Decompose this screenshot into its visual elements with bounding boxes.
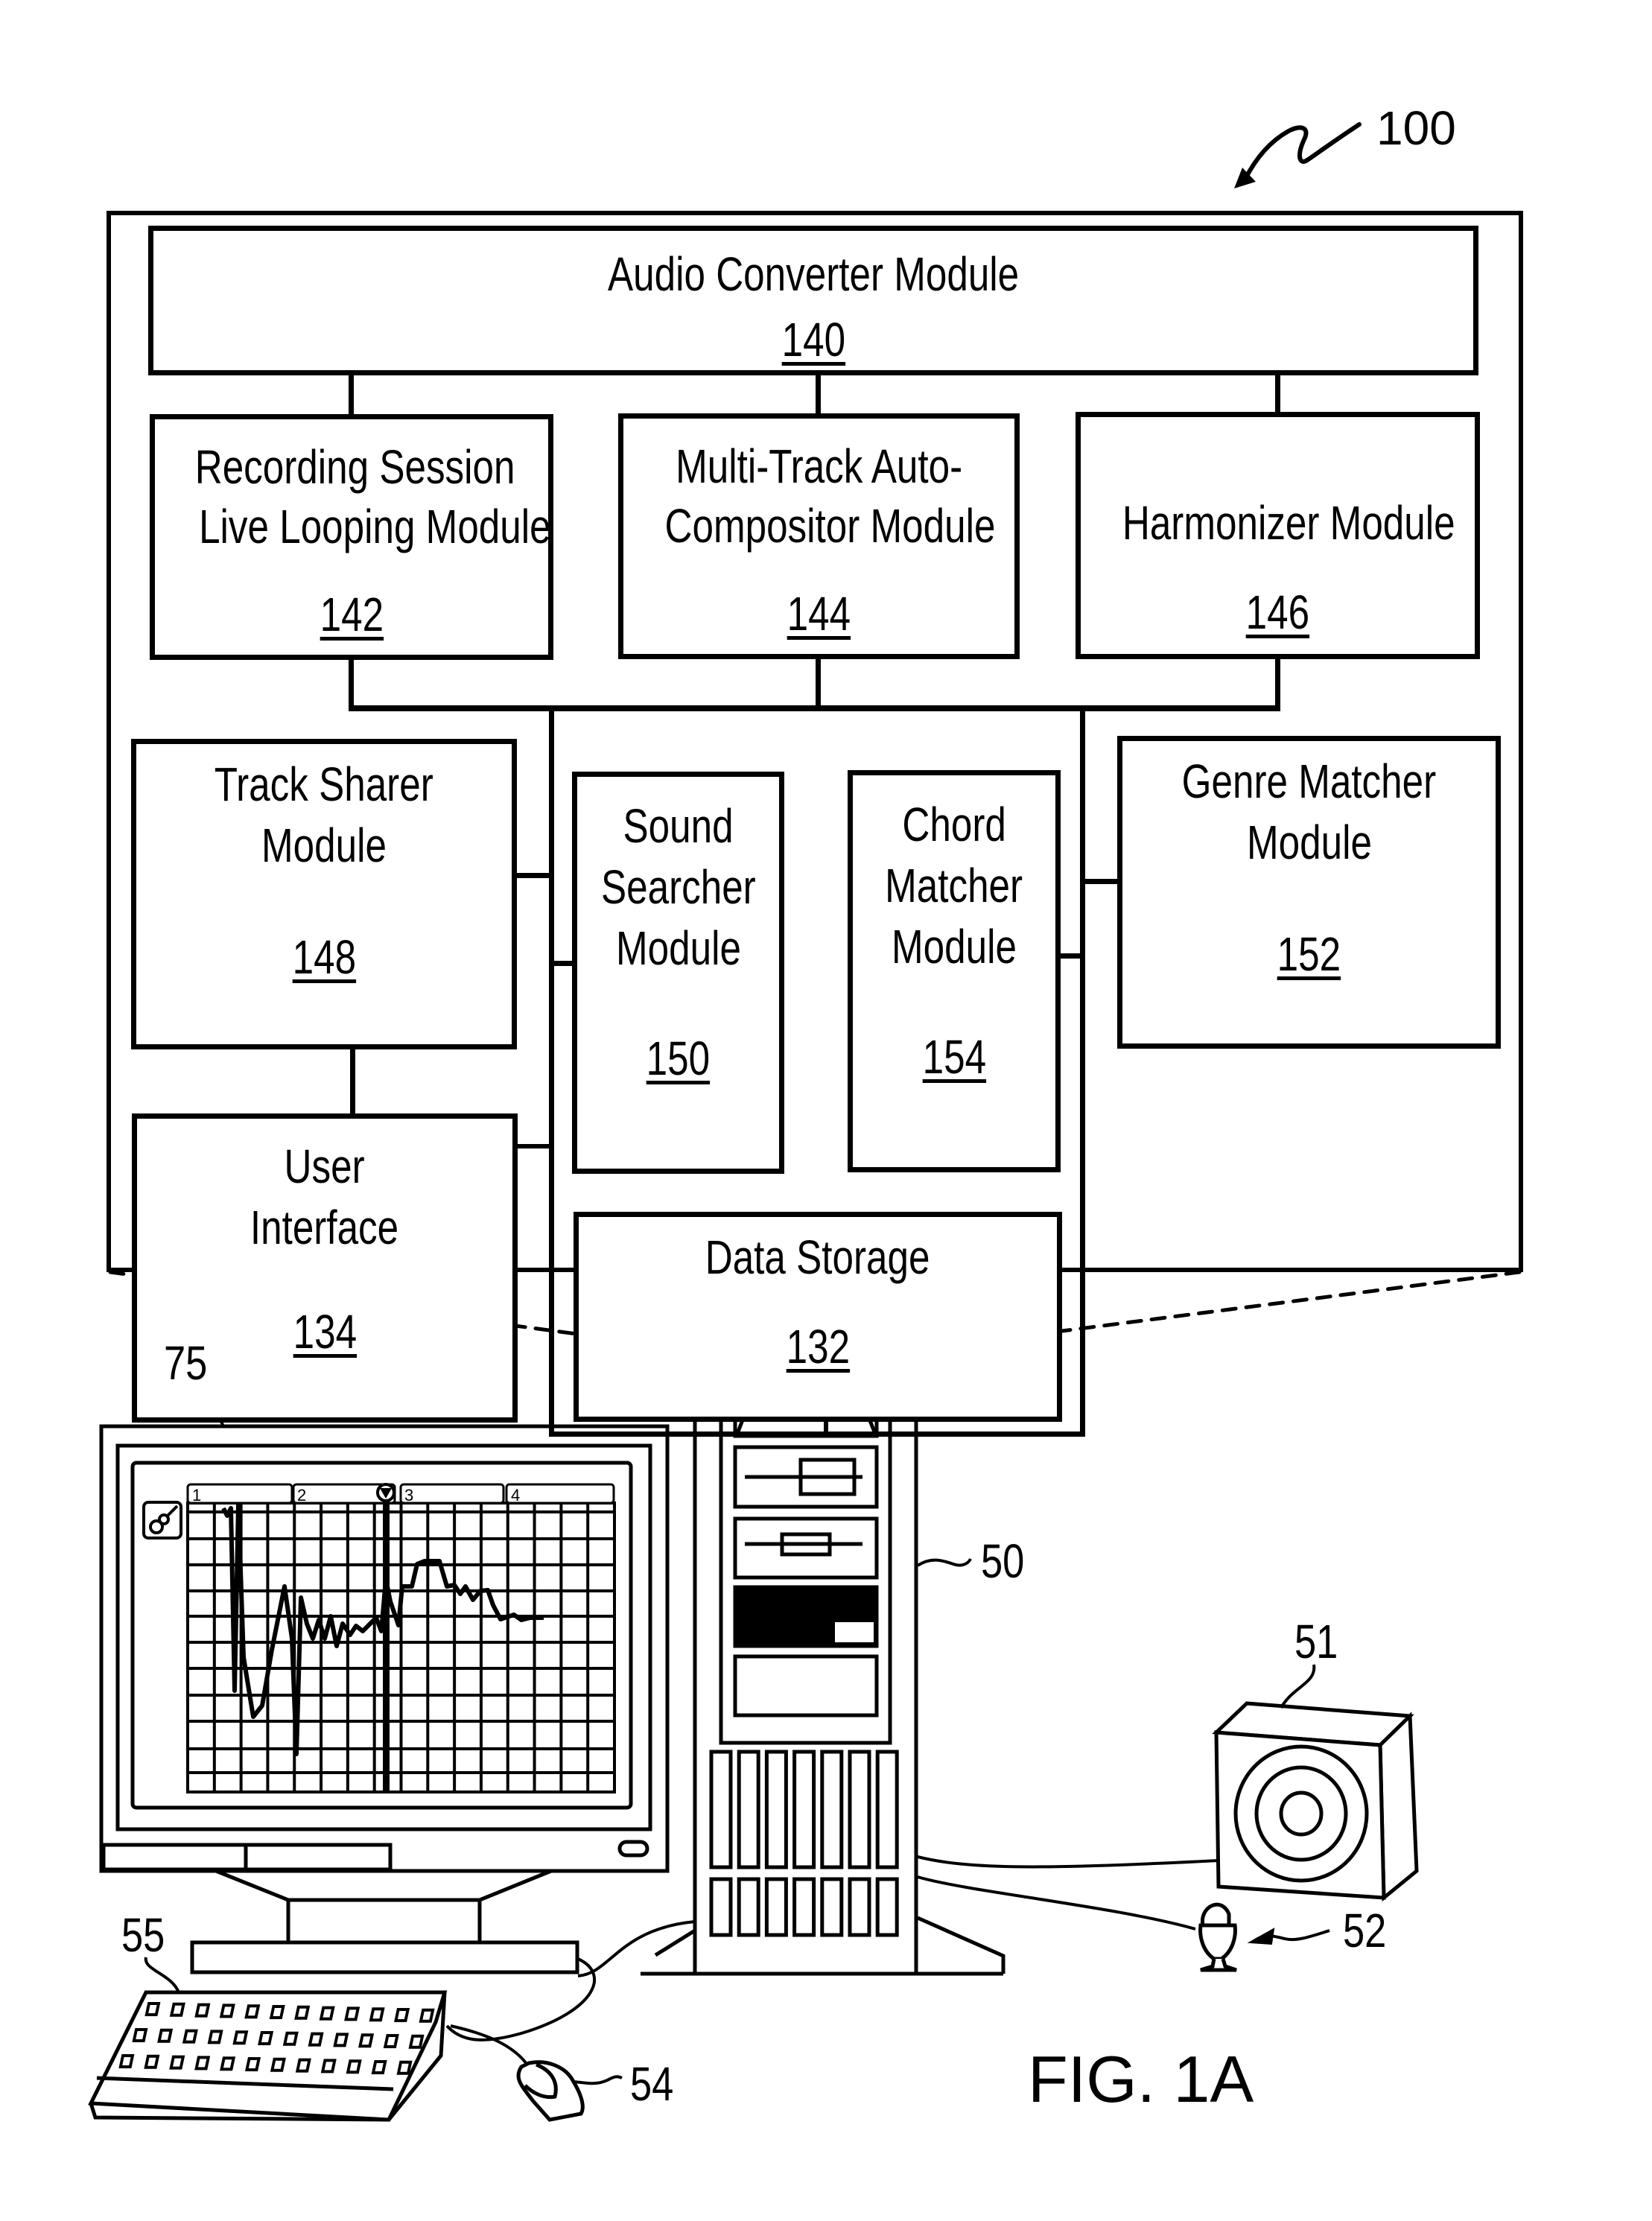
track-tab-label-1: 1 xyxy=(192,1486,201,1505)
track-tab-label-3: 3 xyxy=(404,1486,413,1505)
mic-ref-text: 52 xyxy=(1343,1904,1387,1957)
module-title-line-2: Module xyxy=(261,819,387,872)
leader-50 xyxy=(916,1558,972,1567)
tower-foot-right xyxy=(916,1916,1006,1974)
wire-bus-152 xyxy=(1083,879,1118,884)
track-tab-label-2: 2 xyxy=(297,1486,306,1505)
patent-figure: 1 2 3 4 Audio Converter Module 140 Recor… xyxy=(0,0,1652,2221)
wire-146-bus xyxy=(1275,655,1280,711)
module-number: 150 xyxy=(646,1032,711,1085)
module-title: Audio Converter Module xyxy=(607,247,1020,301)
microphone-icon xyxy=(1198,1902,1330,1972)
module-number: 140 xyxy=(781,313,845,366)
module-number: 154 xyxy=(922,1030,986,1084)
module-number: 144 xyxy=(787,587,851,641)
wire-140-142 xyxy=(349,372,354,416)
module-genre-matcher[interactable]: Genre Matcher Module 152 xyxy=(1117,736,1501,1049)
module-title-line-1: Track Sharer xyxy=(215,757,433,811)
wire-148-134 xyxy=(350,1047,355,1115)
reference-label-52: 52 xyxy=(1343,1907,1396,1954)
figure-caption: FIG. 1A xyxy=(1028,2042,1254,2116)
mic-cable xyxy=(917,1875,1196,1931)
module-title-line-1: Sound xyxy=(623,799,734,853)
reference-arrow-100 xyxy=(1243,122,1362,181)
module-title-line-2: Module xyxy=(1246,816,1372,869)
wire-148-bus xyxy=(514,873,551,878)
track-tab-1 xyxy=(186,1483,293,1505)
module-multi-track-auto-compositor[interactable]: Multi-Track Auto- Compositor Module 144 xyxy=(618,413,1020,659)
wire-144-bus xyxy=(816,657,821,711)
wire-140-146 xyxy=(1275,372,1280,414)
computer-tower xyxy=(641,1347,1006,1976)
track-tab-4 xyxy=(505,1483,615,1505)
leader-55 xyxy=(144,1957,180,1993)
reference-label-50: 50 xyxy=(981,1537,1034,1585)
module-title-line-2: Live Looping Module xyxy=(199,500,551,553)
module-number: 146 xyxy=(1245,585,1310,639)
module-chord-matcher[interactable]: Chord Matcher Module 154 xyxy=(848,770,1061,1172)
module-title: Harmonizer Module xyxy=(1122,496,1455,550)
reference-label-51: 51 xyxy=(1294,1618,1347,1665)
module-track-sharer[interactable]: Track Sharer Module 148 xyxy=(131,739,517,1049)
reference-label-75: 75 xyxy=(164,1339,217,1387)
module-recording-session[interactable]: Recording Session Live Looping Module 14… xyxy=(150,414,553,660)
module-title: Data Storage xyxy=(705,1230,930,1284)
module-title-line-1: Chord xyxy=(902,798,1006,851)
arrowhead-icon xyxy=(1234,168,1256,188)
module-number: 148 xyxy=(292,930,356,984)
module-data-storage[interactable]: Data Storage 132 xyxy=(574,1212,1062,1422)
module-number: 134 xyxy=(293,1305,357,1359)
mouse-cable xyxy=(450,2024,530,2068)
module-title-line-2: Searcher xyxy=(600,860,756,914)
module-title-line-2: Matcher xyxy=(885,859,1023,912)
monitor-ref-text: 75 xyxy=(164,1336,208,1390)
monitor-stand-neck-block xyxy=(286,1898,482,1945)
mouse-ref-text: 54 xyxy=(630,2057,674,2111)
speaker-ref-text: 51 xyxy=(1294,1615,1338,1668)
reference-label-100: 100 xyxy=(1376,101,1456,155)
speaker-icon xyxy=(1212,1664,1419,1902)
track-tab-label-4: 4 xyxy=(511,1486,520,1505)
module-harmonizer[interactable]: Harmonizer Module 146 xyxy=(1076,412,1480,659)
module-number: 152 xyxy=(1277,927,1341,981)
drive-bay-4-indicator xyxy=(835,1622,874,1642)
track-tabs xyxy=(186,1483,615,1505)
wire-142-bus xyxy=(349,657,354,711)
speaker-cable xyxy=(917,1855,1219,1869)
wire-140-144 xyxy=(816,372,821,416)
keyboard xyxy=(88,1957,448,2122)
module-title-line-1: Multi-Track Auto- xyxy=(675,439,963,493)
module-title-line-1: Recording Session xyxy=(194,440,515,494)
module-title-line-3: Module xyxy=(892,920,1017,973)
reference-label-54: 54 xyxy=(630,2060,683,2108)
module-title-line-2: Interface xyxy=(250,1201,399,1254)
wire-134-bus xyxy=(514,1144,551,1148)
mouse-icon xyxy=(516,2060,623,2122)
module-title-line-1: Genre Matcher xyxy=(1181,754,1437,808)
reference-label-55: 55 xyxy=(121,1911,174,1959)
monitor-stand-neck xyxy=(215,1869,552,1902)
module-sound-searcher[interactable]: Sound Searcher Module 150 xyxy=(572,772,784,1174)
module-title-line-1: User xyxy=(284,1140,366,1193)
module-number: 132 xyxy=(786,1320,850,1373)
track-tab-3 xyxy=(399,1483,505,1505)
tower-foot-left xyxy=(654,1928,696,1957)
module-number: 142 xyxy=(320,588,384,641)
module-title-line-3: Module xyxy=(615,921,741,975)
monitor-stand-base xyxy=(190,1940,579,1974)
module-title-line-2: Compositor Module xyxy=(664,499,996,553)
keyboard-ref-text: 55 xyxy=(121,1908,165,1962)
leader-51 xyxy=(1280,1664,1316,1709)
module-audio-converter[interactable]: Audio Converter Module 140 xyxy=(148,226,1478,375)
tower-ref-text: 50 xyxy=(981,1534,1025,1588)
monitor-cable xyxy=(577,1920,696,1977)
